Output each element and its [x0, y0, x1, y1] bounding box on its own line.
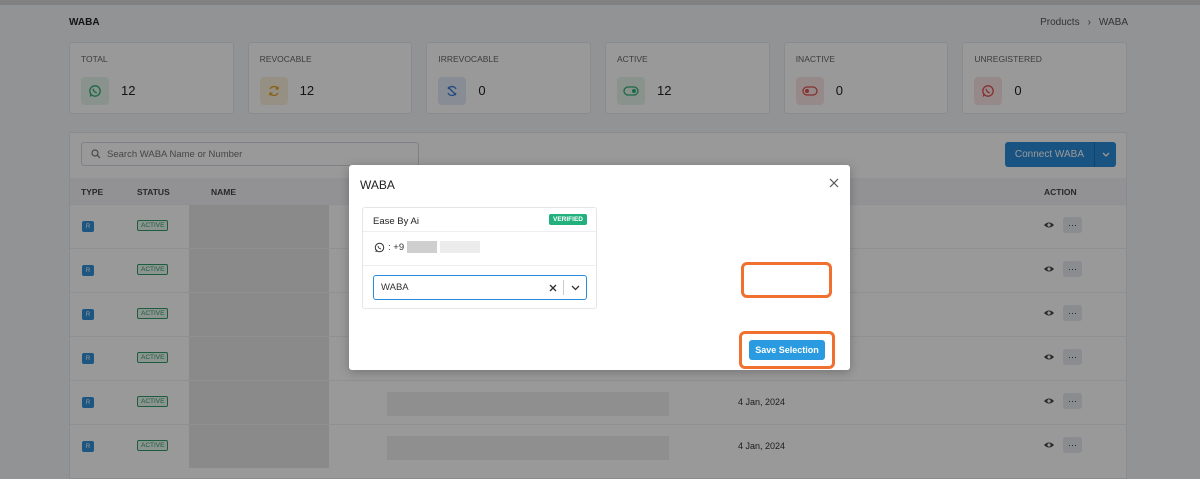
divider — [363, 231, 596, 232]
modal-title: WABA — [360, 178, 395, 192]
clear-selection-button[interactable] — [543, 284, 563, 292]
close-icon[interactable] — [828, 177, 840, 189]
clear-icon — [549, 284, 557, 291]
phone-number: : +9 — [374, 241, 481, 253]
save-selection-button[interactable]: Save Selection — [749, 340, 825, 360]
highlighted-save-area: Save Selection — [739, 331, 835, 369]
highlighted-empty-area — [741, 262, 832, 298]
account-card: Ease By Ai VERIFIED : +9 WABA — [362, 207, 597, 309]
phone-redacted-light — [440, 241, 481, 253]
waba-select[interactable]: WABA — [373, 275, 587, 300]
phone-prefix: : +9 — [388, 241, 405, 253]
select-value: WABA — [381, 282, 409, 293]
select-toggle[interactable] — [564, 285, 586, 291]
verified-badge: VERIFIED — [549, 214, 587, 225]
chevron-down-icon — [571, 285, 579, 290]
phone-redacted — [407, 241, 438, 253]
whatsapp-icon — [374, 242, 385, 252]
divider — [363, 265, 596, 266]
account-name: Ease By Ai — [373, 216, 419, 227]
